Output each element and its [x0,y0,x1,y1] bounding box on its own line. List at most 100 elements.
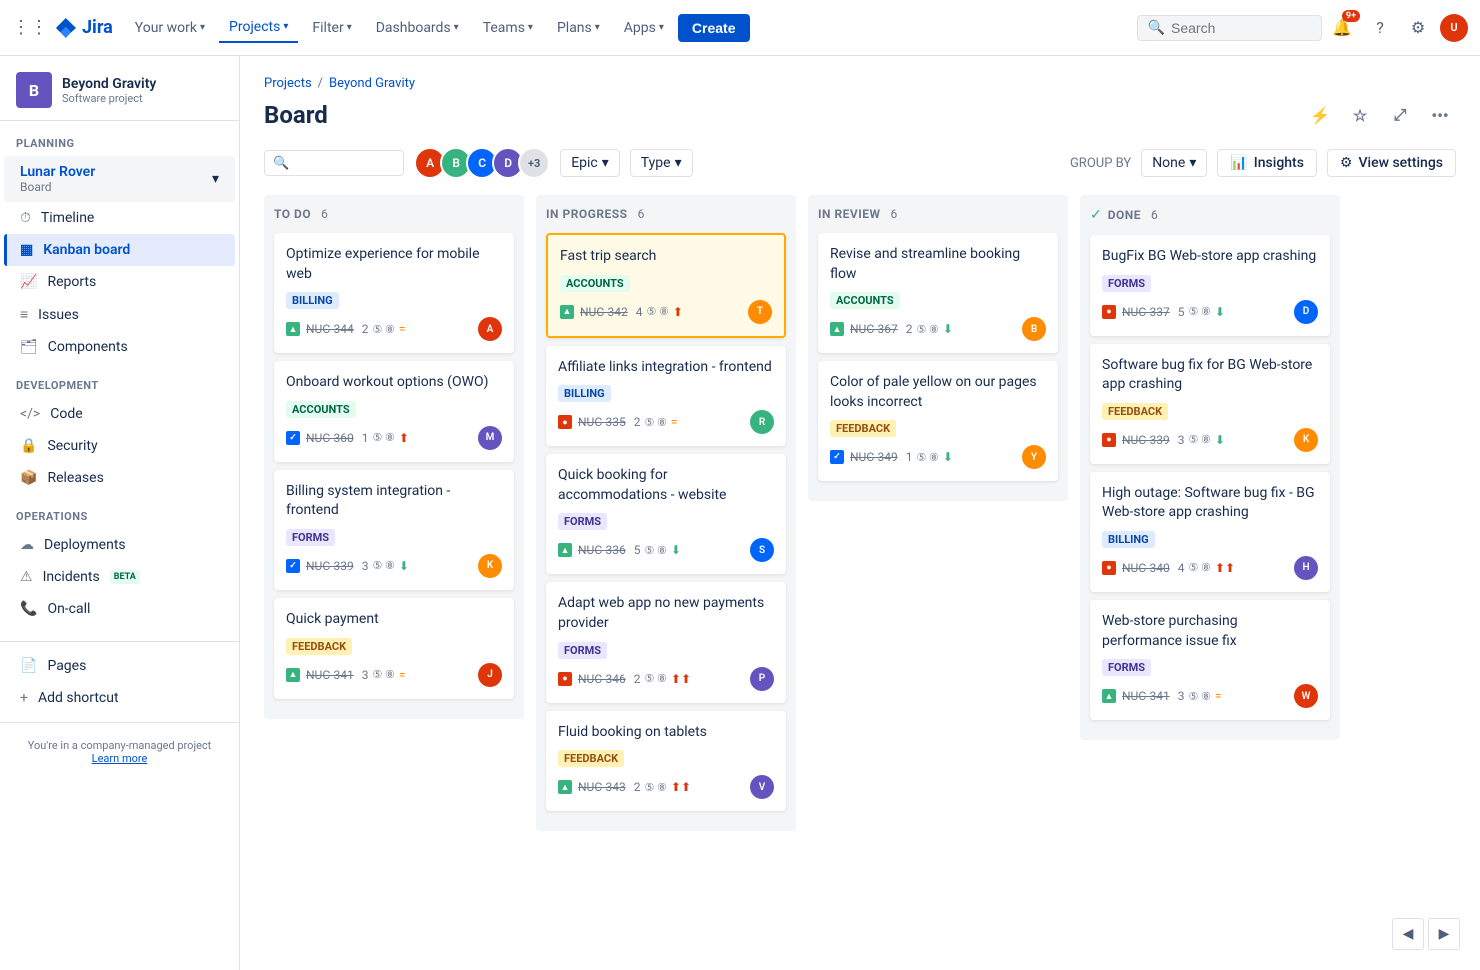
card-assignee-avatar[interactable]: S [750,538,774,562]
project-name: Beyond Gravity [62,76,156,92]
card-assignee-avatar[interactable]: Y [1022,445,1046,469]
card-issue-id: NUC-340 [1122,561,1170,575]
lunar-rover-item[interactable]: Lunar Rover Board ▾ [4,156,235,202]
card-assignee-avatar[interactable]: V [750,775,774,799]
nav-filter[interactable]: Filter ▾ [302,14,361,42]
card-footer: ▲NUC-3672 ⑤ ⑧⬇B [830,317,1046,341]
sidebar-item-deployments[interactable]: ☁ Deployments [4,529,235,561]
jira-logo[interactable]: Jira [54,16,113,40]
epic-filter-button[interactable]: Epic ▾ [560,149,620,177]
board-card[interactable]: Quick paymentFEEDBACK▲NUC-3413 ⑤ ⑧=J [274,598,514,699]
footer-link[interactable]: Learn more [92,752,148,765]
board-search-input[interactable] [295,155,395,171]
card-title: Fast trip search [560,247,772,267]
prev-page-button[interactable]: ◀ [1392,918,1424,950]
board-card[interactable]: Affiliate links integration - frontendBI… [546,346,786,447]
nav-projects[interactable]: Projects ▾ [219,13,298,43]
expand-button[interactable]: ⤢ [1384,99,1416,131]
card-footer: ▲NUC-3442 ⑤ ⑧=A [286,317,502,341]
board-card[interactable]: Fast trip searchACCOUNTS▲NUC-3424 ⑤ ⑧⬆T [546,233,786,338]
board-card[interactable]: Fluid booking on tabletsFEEDBACK▲NUC-343… [546,711,786,812]
card-assignee-avatar[interactable]: K [1294,428,1318,452]
sidebar-item-oncall[interactable]: 📞 On-call [4,593,235,625]
board-card[interactable]: Quick booking for accommodations - websi… [546,454,786,574]
board-column-inreview: IN REVIEW6Revise and streamline booking … [808,195,1068,501]
search-box[interactable]: 🔍 [1137,15,1322,41]
chart-icon: 📊 [1230,155,1247,171]
avatar-filter-more[interactable]: +3 [518,147,550,179]
card-assignee-avatar[interactable]: M [478,426,502,450]
sidebar-item-timeline[interactable]: ⏱ Timeline [4,202,235,234]
nav-apps[interactable]: Apps ▾ [614,14,674,42]
card-assignee-avatar[interactable]: H [1294,556,1318,580]
board-card[interactable]: Optimize experience for mobile webBILLIN… [274,233,514,353]
sidebar-item-releases[interactable]: 📦 Releases [4,462,235,494]
more-options-button[interactable]: ••• [1424,99,1456,131]
sidebar-project: B Beyond Gravity Software project [0,56,239,121]
board-search[interactable]: 🔍 [264,150,404,176]
board-card[interactable]: BugFix BG Web-store app crashingFORMS●NU… [1090,235,1330,336]
next-page-button[interactable]: ▶ [1428,918,1460,950]
card-assignee-avatar[interactable]: A [478,317,502,341]
breadcrumb-projects[interactable]: Projects [264,76,312,91]
nav-teams[interactable]: Teams ▾ [473,14,543,42]
releases-icon: 📦 [20,470,37,486]
board-card[interactable]: Color of pale yellow on our pages looks … [818,361,1058,481]
card-assignee-avatar[interactable]: W [1294,684,1318,708]
card-assignee-avatar[interactable]: B [1022,317,1046,341]
view-settings-button[interactable]: ⚙ View settings [1327,149,1456,177]
sidebar-item-code[interactable]: </> Code [4,398,235,430]
settings-button[interactable]: ⚙ [1402,12,1434,44]
nav-dashboards[interactable]: Dashboards ▾ [366,14,469,42]
deployments-icon: ☁ [20,537,34,553]
sidebar-item-security[interactable]: 🔒 Security [4,430,235,462]
card-assignee-avatar[interactable]: R [750,410,774,434]
sidebar-item-pages[interactable]: 📄 Pages [4,650,235,682]
board-card[interactable]: High outage: Software bug fix - BG Web-s… [1090,472,1330,592]
sidebar-item-add-shortcut[interactable]: + Add shortcut [4,682,235,714]
board-card[interactable]: Revise and streamline booking flowACCOUN… [818,233,1058,353]
board-card[interactable]: Software bug fix for BG Web-store app cr… [1090,344,1330,464]
type-filter-button[interactable]: Type ▾ [630,149,693,177]
card-assignee-avatar[interactable]: D [1294,300,1318,324]
sidebar-item-incidents[interactable]: ⚠ Incidents BETA [4,561,235,593]
sidebar-item-components[interactable]: 🗂 Components [4,331,235,363]
lightning-button[interactable]: ⚡ [1304,99,1336,131]
card-assignee-avatar[interactable]: J [478,663,502,687]
epic-label: Epic [571,155,598,171]
card-issue-id: NUC-339 [1122,433,1170,447]
insights-button[interactable]: 📊 Insights [1217,149,1317,177]
sidebar-item-reports[interactable]: 📈 Reports [4,266,235,298]
board-card[interactable]: Billing system integration - frontendFOR… [274,470,514,590]
add-icon: + [20,690,28,706]
card-assignee-avatar[interactable]: T [748,300,772,324]
story-icon: ▲ [286,668,300,682]
board-card[interactable]: Adapt web app no new payments providerFO… [546,582,786,702]
nav-your-work[interactable]: Your work ▾ [125,14,215,42]
sidebar-item-kanban[interactable]: ▦ Kanban board [4,234,235,266]
notification-badge: 9+ [1342,10,1360,22]
card-meta: 2 ⑤ ⑧= [634,415,744,429]
card-title: Web-store purchasing performance issue f… [1102,612,1318,651]
card-footer: ▲NUC-3413 ⑤ ⑧=W [1102,684,1318,708]
breadcrumb-project[interactable]: Beyond Gravity [329,76,415,91]
help-button[interactable]: ? [1364,12,1396,44]
board-card[interactable]: Web-store purchasing performance issue f… [1090,600,1330,720]
card-label: FORMS [1102,659,1151,676]
board-card[interactable]: Onboard workout options (OWO)ACCOUNTS✓NU… [274,361,514,462]
user-avatar[interactable]: U [1440,14,1468,42]
grid-icon[interactable]: ⋮⋮ [12,17,48,38]
create-button[interactable]: Create [678,14,750,42]
topnav: ⋮⋮ Jira Your work ▾ Projects ▾ Filter ▾ … [0,0,1480,56]
card-meta: 4 ⑤ ⑧⬆⬆ [1178,561,1288,575]
card-footer: ●NUC-3352 ⑤ ⑧=R [558,410,774,434]
notifications-button[interactable]: 🔔 9+ [1326,12,1358,44]
bug-icon: ● [558,672,572,686]
star-button[interactable]: ☆ [1344,99,1376,131]
group-by-select[interactable]: None ▾ [1141,149,1207,177]
sidebar-item-issues[interactable]: ≡ Issues [4,298,235,331]
search-input[interactable] [1171,20,1311,36]
card-assignee-avatar[interactable]: P [750,667,774,691]
card-assignee-avatar[interactable]: K [478,554,502,578]
nav-plans[interactable]: Plans ▾ [547,14,610,42]
